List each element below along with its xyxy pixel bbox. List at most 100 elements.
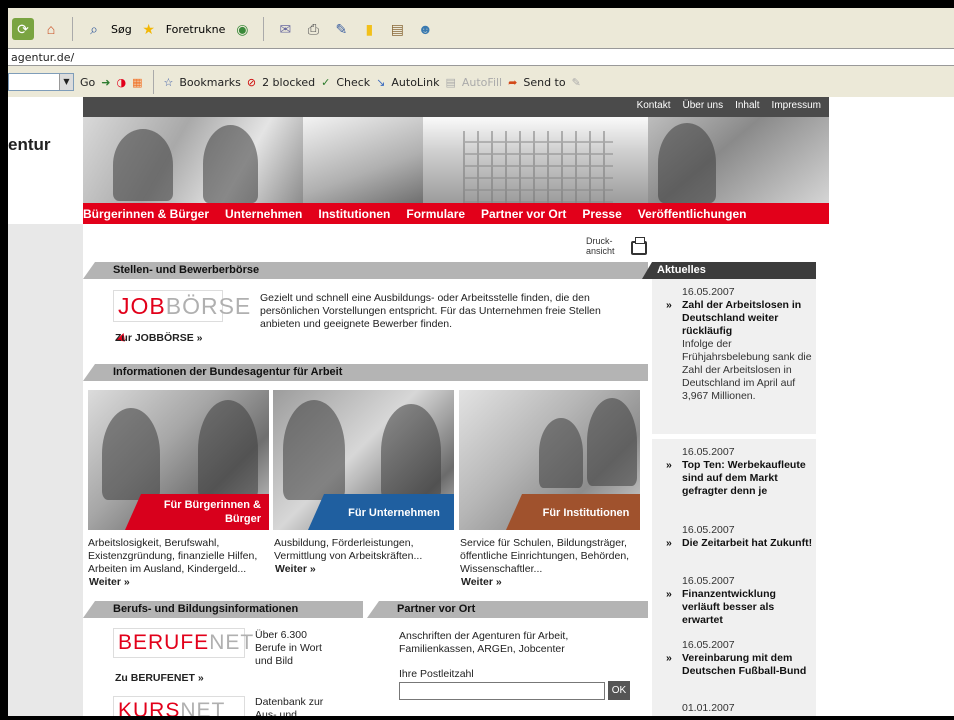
- person-silhouette: [113, 129, 173, 201]
- tag-fuer-unternehmen[interactable]: Für Unternehmen: [308, 494, 454, 530]
- partner-description: Anschriften der Agenturen für Arbeit, Fa…: [399, 630, 569, 655]
- info-card-text-unternehmen: Ausbildung, Förderleistungen, Vermittlun…: [274, 537, 423, 562]
- media-icon[interactable]: ◉: [231, 18, 253, 40]
- jobboerse-logo-red: JOB: [118, 293, 166, 319]
- print-view-link[interactable]: Druck- ansicht: [586, 236, 615, 256]
- note-icon[interactable]: ▮: [358, 18, 380, 40]
- news-heading: Aktuelles: [642, 262, 816, 279]
- news-item[interactable]: 16.05.2007 Zahl der Arbeitslosen in Deut…: [666, 286, 814, 403]
- topnav-ueber-uns[interactable]: Über uns: [683, 100, 724, 111]
- news-title[interactable]: Top Ten: Werbekaufleute sind auf dem Mar…: [666, 459, 814, 498]
- autofill-icon: ▤: [445, 75, 456, 89]
- news-title[interactable]: Die Zeitarbeit hat Zukunft!: [666, 537, 814, 550]
- info-card-image-institutionen[interactable]: Für Institutionen: [459, 390, 640, 530]
- news-item[interactable]: 16.05.2007 Finanzentwicklung verläuft be…: [666, 575, 814, 627]
- sendto-button[interactable]: Send to: [523, 76, 565, 89]
- nav-formulare[interactable]: Formulare: [398, 207, 473, 221]
- person-silhouette: [198, 400, 258, 500]
- jobboerse-logo[interactable]: JOBBÖRSE: [113, 290, 250, 346]
- favorites-label[interactable]: Foretrukne: [166, 23, 226, 36]
- info-card-image-unternehmen[interactable]: Für Unternehmen: [273, 390, 454, 530]
- search-icon[interactable]: ⌕: [83, 18, 105, 40]
- news-date: 01.01.2007: [682, 702, 735, 714]
- nav-buergerinnen-buerger[interactable]: Bürgerinnen & Bürger: [83, 207, 217, 221]
- ok-button[interactable]: OK: [608, 681, 630, 700]
- nav-veroeffentlichungen[interactable]: Veröffentlichungen: [630, 207, 755, 221]
- person-silhouette: [587, 398, 637, 486]
- ie-toolbar: ⟳ ⌂ ⌕ Søg ★ Foretrukne ◉ ✉ ⎙ ✎ ▮ ▤ ☻: [8, 10, 954, 48]
- autolink-button[interactable]: AutoLink: [391, 76, 439, 89]
- info-card-image-buerger[interactable]: Für Bürgerinnen & Bürger: [88, 390, 269, 530]
- person-silhouette: [539, 418, 583, 488]
- section-heading-beruf: Berufs- und Bildungsinformationen: [83, 601, 363, 618]
- bookmark-star-icon: ☆: [163, 75, 174, 89]
- person-silhouette: [203, 125, 258, 203]
- left-gutter: [8, 224, 83, 716]
- news-item[interactable]: 16.05.2007 Die Zeitarbeit hat Zukunft!: [666, 524, 814, 550]
- news-date: 16.05.2007: [682, 286, 735, 298]
- topnav-impressum[interactable]: Impressum: [772, 100, 821, 111]
- berufenet-description: Über 6.300 Berufe in Wort und Bild: [255, 629, 322, 667]
- news-item[interactable]: 16.05.2007 Top Ten: Werbekaufleute sind …: [666, 446, 814, 498]
- site-branding: entur: [8, 97, 83, 220]
- nav-institutionen[interactable]: Institutionen: [310, 207, 398, 221]
- messenger-icon[interactable]: ☻: [414, 18, 436, 40]
- header-banner: Kontakt Über uns Inhalt Impressum: [83, 97, 829, 203]
- print-icon[interactable]: ⎙: [302, 18, 324, 40]
- bookmarks-button[interactable]: Bookmarks: [179, 76, 240, 89]
- window-frame-top: [0, 0, 954, 8]
- berufenet-logo[interactable]: BERUFENET: [113, 628, 253, 658]
- forward-arrow-icon[interactable]: ➜: [101, 76, 110, 89]
- search-label[interactable]: Søg: [111, 23, 132, 36]
- go-button[interactable]: Go: [80, 76, 95, 89]
- news-item[interactable]: 16.05.2007 Vereinbarung mit dem Deutsche…: [666, 639, 814, 678]
- news-icon[interactable]: ▦: [132, 76, 142, 89]
- tag-fuer-institutionen[interactable]: Für Institutionen: [506, 494, 640, 530]
- autofill-button[interactable]: AutoFill: [462, 76, 502, 89]
- berufenet-link[interactable]: Zu BERUFENET »: [115, 672, 204, 684]
- mail-icon[interactable]: ✉: [274, 18, 296, 40]
- news-title[interactable]: Zahl der Arbeitslosen in Deutschland wei…: [666, 299, 814, 338]
- chevron-down-icon[interactable]: ▼: [59, 74, 73, 90]
- pencil-icon[interactable]: ✎: [572, 76, 581, 89]
- nav-unternehmen[interactable]: Unternehmen: [217, 207, 310, 221]
- google-search-input[interactable]: ▼: [8, 73, 74, 91]
- check-button[interactable]: Check: [336, 76, 370, 89]
- news-title[interactable]: Finanzentwicklung verläuft besser als er…: [666, 588, 814, 627]
- pagerank-icon[interactable]: ◑: [116, 76, 126, 89]
- refresh-icon[interactable]: ⟳: [12, 18, 34, 40]
- research-icon[interactable]: ▤: [386, 18, 408, 40]
- news-title[interactable]: Vereinbarung mit dem Deutschen Fußball-B…: [666, 652, 814, 678]
- news-item[interactable]: 01.01.2007: [666, 702, 814, 715]
- toolbar-separator: [152, 70, 154, 94]
- home-icon[interactable]: ⌂: [40, 18, 62, 40]
- favorites-star-icon[interactable]: ★: [138, 18, 160, 40]
- window-frame-left: [0, 0, 8, 720]
- postleitzahl-input[interactable]: [399, 682, 605, 700]
- edit-icon[interactable]: ✎: [330, 18, 352, 40]
- kursnet-logo[interactable]: KURSNET: [113, 696, 245, 720]
- person-silhouette: [658, 123, 716, 203]
- printer-icon[interactable]: [631, 237, 647, 255]
- tag-fuer-buerger[interactable]: Für Bürgerinnen & Bürger: [125, 494, 269, 530]
- topnav-inhalt[interactable]: Inhalt: [735, 100, 759, 111]
- nav-partner-vor-ort[interactable]: Partner vor Ort: [473, 207, 574, 221]
- popup-blocker-icon: ⊘: [246, 75, 257, 89]
- address-bar[interactable]: agentur.de/: [8, 48, 954, 66]
- toolbar-separator: [263, 17, 265, 41]
- jobboerse-link[interactable]: Zur JOBBÖRSE »: [115, 332, 203, 344]
- weiter-link-institutionen[interactable]: Weiter »: [461, 576, 502, 588]
- toolbar-separator: [72, 17, 73, 41]
- info-card-text-buerger: Arbeitslosigkeit, Berufswahl, Existenzgr…: [88, 537, 258, 575]
- blocked-button[interactable]: 2 blocked: [262, 76, 315, 89]
- nav-presse[interactable]: Presse: [574, 207, 629, 221]
- sendto-icon: ➦: [508, 75, 518, 89]
- weiter-link-buerger[interactable]: Weiter »: [89, 576, 130, 588]
- news-column: Aktuelles 16.05.2007 Zahl der Arbeitslos…: [642, 262, 816, 716]
- weiter-link-unternehmen[interactable]: Weiter »: [275, 563, 316, 575]
- site-brand-text[interactable]: entur: [8, 135, 51, 155]
- topnav-kontakt[interactable]: Kontakt: [637, 100, 671, 111]
- header-photo-women: [83, 117, 303, 203]
- section-heading-info: Informationen der Bundesagentur für Arbe…: [83, 364, 648, 381]
- news-date: 16.05.2007: [682, 575, 735, 587]
